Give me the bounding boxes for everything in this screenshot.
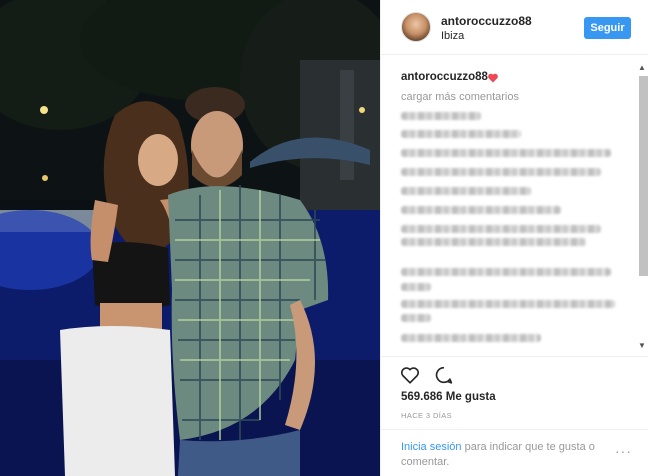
- blurred-comment: [401, 187, 531, 195]
- load-more-comments-link[interactable]: cargar más comentarios: [401, 91, 519, 103]
- comments-scrollbar[interactable]: ▲ ▼: [635, 60, 648, 354]
- avatar[interactable]: [401, 12, 431, 42]
- follow-button[interactable]: Seguir: [584, 17, 631, 39]
- blurred-comment: [401, 300, 615, 308]
- blurred-comment: [401, 225, 601, 233]
- scroll-up-arrow-icon[interactable]: ▲: [638, 63, 646, 72]
- blurred-comment: [401, 112, 481, 120]
- comment-icon[interactable]: [433, 364, 455, 386]
- more-options-icon[interactable]: ···: [615, 443, 632, 459]
- blurred-comment: [401, 238, 586, 246]
- blurred-comment: [401, 314, 431, 322]
- caption-username[interactable]: antoroccuzzo88: [401, 71, 488, 83]
- blurred-comment: [401, 334, 541, 342]
- heart-emoji-icon: [488, 73, 498, 83]
- post-header: antoroccuzzo88 Ibiza Seguir: [381, 0, 648, 55]
- login-prompt-text: Inicia sesión para indicar que te gusta …: [401, 440, 621, 470]
- login-prompt: Inicia sesión para indicar que te gusta …: [381, 429, 648, 476]
- blurred-comment: [401, 206, 561, 214]
- location-link[interactable]: Ibiza: [441, 30, 464, 42]
- blurred-comment: [401, 130, 521, 138]
- post-timestamp[interactable]: HACE 3 DÍAS: [401, 411, 452, 420]
- header-username[interactable]: antoroccuzzo88: [441, 14, 532, 28]
- login-link[interactable]: Inicia sesión: [401, 441, 462, 453]
- photo-illustration: [0, 0, 380, 476]
- heart-icon[interactable]: [399, 364, 421, 386]
- scroll-thumb[interactable]: [639, 76, 648, 276]
- post-photo: [0, 0, 380, 476]
- blurred-comment: [401, 168, 601, 176]
- post-actions: 569.686 Me gusta HACE 3 DÍAS Inicia sesi…: [381, 356, 648, 476]
- blurred-comment: [401, 283, 431, 291]
- blurred-comment: [401, 149, 611, 157]
- likes-count[interactable]: 569.686 Me gusta: [401, 391, 496, 403]
- blurred-comment: [401, 268, 611, 276]
- scroll-down-arrow-icon[interactable]: ▼: [638, 341, 646, 350]
- post-side-panel: antoroccuzzo88 Ibiza Seguir antoroccuzzo…: [380, 0, 648, 476]
- comments-list: antoroccuzzo88 cargar más comentarios: [381, 56, 635, 354]
